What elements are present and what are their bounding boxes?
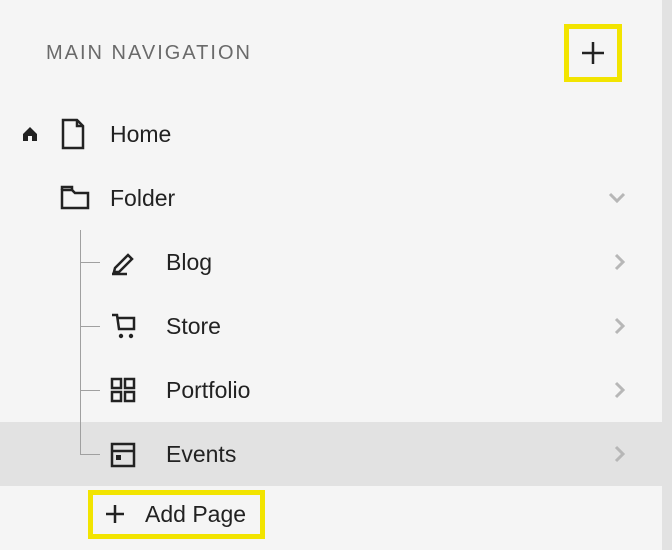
cart-icon (110, 311, 140, 341)
nav-item-blog[interactable]: Blog (0, 230, 662, 294)
nav-item-folder[interactable]: Folder (0, 166, 662, 230)
chevron-right-icon (614, 317, 626, 335)
nav-item-events[interactable]: Events (0, 422, 662, 486)
nav-header-title: MAIN NAVIGATION (46, 42, 252, 65)
nav-item-label: Store (166, 313, 596, 340)
add-page-row: Add Page (0, 486, 662, 542)
plus-icon (579, 39, 607, 67)
add-page-top-button[interactable] (564, 24, 622, 82)
nav-panel: MAIN NAVIGATION Home (0, 0, 662, 550)
chevron-right-icon (614, 445, 626, 463)
nav-item-label: Folder (110, 185, 596, 212)
calendar-icon (110, 440, 136, 468)
folder-icon (60, 184, 90, 212)
chevron-down-icon (608, 192, 626, 204)
nav-list: Home Folder (0, 102, 662, 542)
grid-icon (110, 377, 136, 403)
page-icon (60, 118, 86, 150)
add-page-button[interactable]: Add Page (88, 490, 265, 539)
nav-item-label: Portfolio (166, 377, 596, 404)
chevron-right-icon (614, 253, 626, 271)
nav-item-home[interactable]: Home (0, 102, 662, 166)
nav-item-portfolio[interactable]: Portfolio (0, 358, 662, 422)
nav-item-label: Events (166, 441, 596, 468)
nav-item-label: Blog (166, 249, 596, 276)
chevron-right-icon (614, 381, 626, 399)
home-icon (21, 125, 39, 143)
nav-header: MAIN NAVIGATION (0, 0, 662, 102)
pen-icon (110, 248, 138, 276)
nav-item-store[interactable]: Store (0, 294, 662, 358)
nav-item-label: Home (110, 121, 596, 148)
add-page-label: Add Page (145, 501, 246, 528)
plus-icon (103, 502, 127, 526)
panel-right-edge (662, 0, 672, 550)
